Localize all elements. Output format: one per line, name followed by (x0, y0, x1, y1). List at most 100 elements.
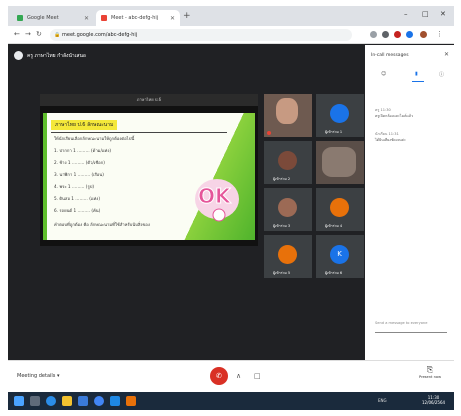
record-favicon-icon (101, 15, 107, 21)
participant-tile[interactable]: ผู้เข้าร่วม 4 (316, 188, 364, 231)
participant-avatar (330, 198, 349, 217)
participant-name: ผู้เข้าร่วม 5 (273, 271, 291, 275)
address-bar[interactable]: 🔒 meet.google.com/abc-defg-hij (50, 29, 352, 41)
close-tab-icon[interactable]: ✕ (170, 15, 175, 22)
browser-tab-1-label: Google Meet (27, 15, 59, 21)
close-window-button[interactable]: ✕ (440, 10, 446, 18)
browser-tab-2[interactable]: Meet - abc-defg-hij ✕ (96, 10, 180, 26)
chat-input[interactable]: Send a message to everyone (375, 321, 447, 333)
ok-art-text: OK (198, 184, 232, 208)
slide-divider (51, 132, 227, 133)
close-tab-icon[interactable]: ✕ (84, 15, 89, 22)
participant-tile[interactable]: ผู้เข้าร่วม 3 (264, 188, 312, 231)
info-tab-icon[interactable]: ⓘ (439, 71, 444, 78)
maximize-button[interactable]: □ (422, 10, 429, 18)
url-text: meet.google.com/abc-defg-hij (62, 32, 138, 38)
shared-screen[interactable]: ภาษาไทย ป.6 ภาษาไทย ป.6 ลักษณะนาม ให้นัก… (40, 94, 258, 246)
slide-line: 4. พระ 1 ……… (รูป) (54, 184, 94, 189)
reload-icon[interactable]: ↻ (36, 30, 42, 38)
browser-tab-2-label: Meet - abc-defg-hij (111, 15, 159, 21)
participant-tile[interactable]: K ผู้เข้าร่วม 6 (316, 235, 364, 278)
extension-icon[interactable] (382, 31, 389, 38)
participant-grid: ผู้เข้าร่วม 1 ผู้เข้าร่วม 2 ผู้เข้าร่วม … (264, 94, 365, 322)
browser-tab-strip: Google Meet ✕ Meet - abc-defg-hij ✕ + – … (8, 6, 454, 26)
camera-toggle-button[interactable]: □ (254, 372, 261, 380)
chrome-icon[interactable] (94, 396, 104, 406)
participant-avatar (278, 151, 297, 170)
participant-name: ผู้เข้าร่วม 6 (325, 271, 343, 275)
app-icon[interactable] (126, 396, 136, 406)
extension-icon[interactable] (370, 31, 377, 38)
minimize-button[interactable]: – (404, 10, 408, 18)
chat-tab-icon[interactable]: ▮ (415, 71, 418, 77)
menu-icon[interactable]: ⋮ (436, 30, 443, 38)
present-now-label: Present now (418, 375, 442, 379)
message-text: ได้ยินเสียงชัดเจนค่ะ (375, 138, 406, 142)
new-tab-button[interactable]: + (183, 11, 191, 21)
meet-favicon-icon (17, 15, 23, 21)
presenter-avatar (14, 51, 23, 60)
present-now-button[interactable]: ⎘ Present now (416, 365, 444, 379)
participant-tile[interactable] (264, 94, 312, 137)
browser-toolbar: ← → ↻ 🔒 meet.google.com/abc-defg-hij ⋮ (8, 26, 454, 44)
ok-cartoon-icon: OK (195, 179, 239, 222)
meeting-details-button[interactable]: Meeting details ▾ (17, 373, 60, 379)
panel-title: In-call messages (371, 53, 409, 58)
presentation-title: ภาษาไทย ป.6 (136, 97, 162, 102)
screen: Google Meet ✕ Meet - abc-defg-hij ✕ + – … (8, 6, 454, 410)
side-panel: In-call messages ✕ ☺ ▮ ⓘ ครู 11:30 ครูเป… (365, 45, 454, 360)
mic-off-icon (267, 131, 271, 135)
slide-line: 3. นาฬิกา 1 ……… (เรือน) (54, 172, 104, 177)
file-explorer-icon[interactable] (62, 396, 72, 406)
participant-tile[interactable]: ผู้เข้าร่วม 5 (264, 235, 312, 278)
participant-avatar (278, 245, 297, 264)
system-tray[interactable]: ENG (378, 398, 387, 403)
forward-icon[interactable]: → (25, 30, 31, 38)
word-icon[interactable] (110, 396, 120, 406)
participant-video (276, 98, 298, 124)
windows-taskbar: ENG 11:30 12/06/2564 (8, 392, 454, 410)
present-icon: ⎘ (426, 365, 434, 374)
message-text: ครูเปิดกล้องและไมค์แล้ว (375, 114, 414, 118)
participant-name: ผู้เข้าร่วม 2 (273, 177, 291, 181)
participant-video (322, 147, 356, 177)
participant-avatar (330, 104, 349, 123)
extension-icon[interactable] (406, 31, 413, 38)
slide-line: 2. ช้าง 1 ……… (ตัว/เชือก) (54, 160, 105, 165)
participant-name: ผู้เข้าร่วม 4 (325, 224, 343, 228)
slide-line: 5. ดินสอ 1 ……… (แท่ง) (54, 196, 100, 201)
slide-heading: ภาษาไทย ป.6 ลักษณะนาม (51, 120, 118, 130)
store-icon[interactable] (78, 396, 88, 406)
mic-toggle-button[interactable]: ∧ (236, 372, 241, 380)
back-icon[interactable]: ← (14, 30, 20, 38)
profile-avatar[interactable] (420, 31, 427, 38)
participant-avatar (278, 198, 297, 217)
search-icon[interactable] (30, 396, 40, 406)
call-controls-bar: Meeting details ▾ ✆ ∧ □ ⎘ Present now (8, 360, 454, 392)
participant-tile[interactable]: ผู้เข้าร่วม 2 (264, 141, 312, 184)
browser-tab-1[interactable]: Google Meet ✕ (12, 10, 94, 26)
participant-avatar: K (330, 245, 349, 264)
participant-tile[interactable]: ผู้เข้าร่วม 1 (316, 94, 364, 137)
slide-line: คำตอบที่ถูกต้อง คือ ลักษณะนามที่ใช้สำหรั… (54, 222, 150, 227)
participant-name: ผู้เข้าร่วม 3 (273, 224, 291, 228)
start-icon[interactable] (14, 396, 24, 406)
lock-icon: 🔒 (54, 32, 61, 38)
active-tab-indicator (412, 81, 424, 82)
end-call-button[interactable]: ✆ (210, 367, 228, 385)
edge-icon[interactable] (46, 396, 56, 406)
extension-icon[interactable] (394, 31, 401, 38)
slide: ภาษาไทย ป.6 ลักษณะนาม ให้นักเรียนเลือกลั… (43, 113, 255, 240)
presenter-label: ครู ภาษาไทย กำลังนำเสนอ (27, 52, 86, 59)
participant-tile[interactable] (316, 141, 364, 184)
close-panel-button[interactable]: ✕ (444, 51, 449, 58)
slide-line: 1. ปากกา 1 ……… (ด้าม/แท่ง) (54, 148, 111, 153)
clock-date: 12/06/2564 (422, 400, 446, 405)
slide-accent-bar (43, 113, 47, 240)
taskbar-clock[interactable]: 11:30 12/06/2564 (422, 395, 445, 405)
presentation-title-bar: ภาษาไทย ป.6 (40, 94, 258, 106)
slide-line: ให้นักเรียนเลือกลักษณะนามให้ถูกต้องต่อไป… (54, 136, 135, 141)
slide-line: 6. รถยนต์ 1 ……… (คัน) (54, 208, 101, 213)
people-tab-icon[interactable]: ☺ (381, 71, 386, 77)
presenter-banner: ครู ภาษาไทย กำลังนำเสนอ (14, 51, 86, 60)
